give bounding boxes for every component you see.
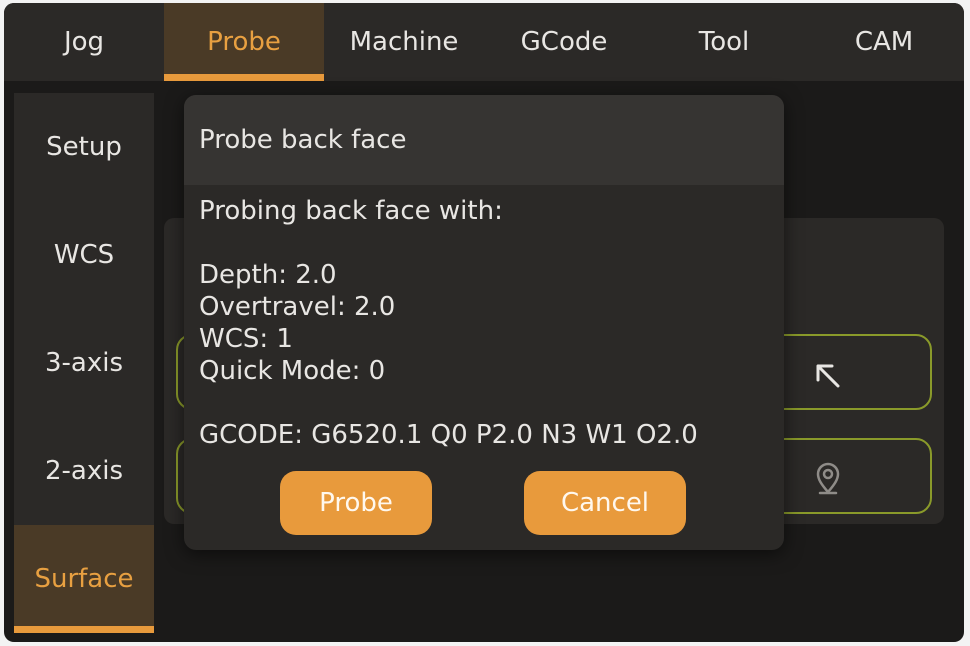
sidebar-item-setup[interactable]: Setup — [14, 93, 154, 201]
dialog-header: Probe back face — [184, 95, 784, 185]
sidebar-item-3-axis[interactable]: 3-axis — [14, 309, 154, 417]
sidebar-item-label: WCS — [53, 240, 115, 270]
tab-label: Tool — [698, 27, 750, 57]
probe-button[interactable]: Probe — [280, 471, 432, 535]
sidebar-item-label: 3-axis — [44, 348, 123, 378]
tab-label: Jog — [63, 27, 105, 57]
sidebar-item-2-axis[interactable]: 2-axis — [14, 417, 154, 525]
param-overtravel: Overtravel: 2.0 — [199, 292, 396, 322]
param-quick-mode: Quick Mode: 0 — [199, 356, 386, 386]
tab-label: Machine — [349, 27, 459, 57]
dialog-body: Probing back face with: Depth: 2.0 Overt… — [199, 195, 774, 451]
param-wcs: WCS: 1 — [199, 324, 293, 354]
tab-tool[interactable]: Tool — [644, 3, 804, 81]
sidebar-item-wcs[interactable]: WCS — [14, 201, 154, 309]
cancel-button[interactable]: Cancel — [524, 471, 686, 535]
dialog-title: Probe back face — [199, 125, 407, 155]
tab-gcode[interactable]: GCode — [484, 3, 644, 81]
side-nav: Setup WCS 3-axis 2-axis Surface — [14, 93, 154, 633]
app-window: Jog Probe Machine GCode Tool CAM Setup W… — [4, 3, 964, 642]
sidebar-item-label: Setup — [46, 132, 122, 162]
tab-label: GCode — [520, 27, 608, 57]
sidebar-item-label: Surface — [34, 564, 134, 594]
tab-label: CAM — [854, 27, 914, 57]
param-depth: Depth: 2.0 — [199, 260, 337, 290]
top-tab-bar: Jog Probe Machine GCode Tool CAM — [4, 3, 964, 81]
tab-probe[interactable]: Probe — [164, 3, 324, 81]
tab-cam[interactable]: CAM — [804, 3, 964, 81]
arrow-up-left-icon — [808, 354, 848, 394]
map-pin-icon — [808, 458, 848, 498]
sidebar-item-surface[interactable]: Surface — [14, 525, 154, 633]
probe-dialog: Probe back face Probing back face with: … — [184, 95, 784, 550]
tab-jog[interactable]: Jog — [4, 3, 164, 81]
dialog-intro: Probing back face with: — [199, 196, 503, 226]
sidebar-item-label: 2-axis — [44, 456, 123, 486]
tab-label: Probe — [207, 27, 281, 57]
gcode-line: GCODE: G6520.1 Q0 P2.0 N3 W1 O2.0 — [199, 420, 698, 450]
tab-machine[interactable]: Machine — [324, 3, 484, 81]
